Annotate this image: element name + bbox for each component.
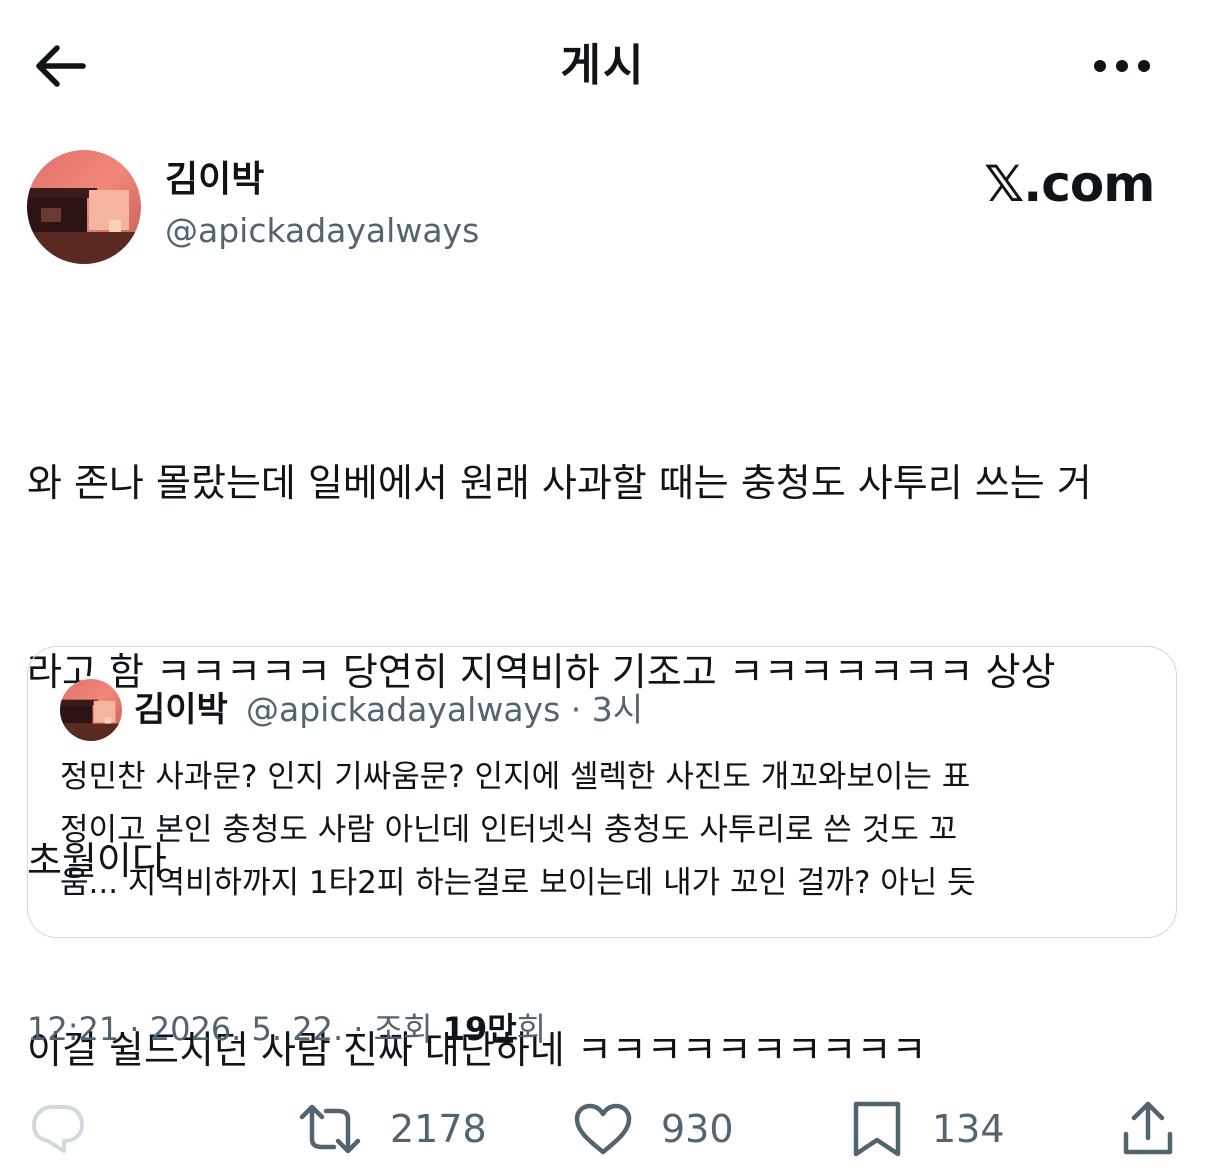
avatar[interactable] [27, 150, 141, 264]
heart-icon [573, 1102, 633, 1156]
timestamp: 12:21 · 2026. 5. 22. · 조회 [27, 1010, 443, 1048]
more-options-button[interactable] [1088, 44, 1156, 88]
quoted-avatar[interactable] [60, 679, 122, 741]
quoted-handle-time: @apickadayalways · 3시 [246, 690, 644, 729]
x-com-watermark: 𝕏.com [984, 155, 1155, 213]
like-count: 930 [661, 1107, 734, 1151]
view-count[interactable]: 19만 [443, 1010, 517, 1048]
tweet-line: 와 존나 몰랐는데 일베에서 원래 사과할 때는 충청도 사투리 쓰는 거 [27, 461, 1092, 505]
share-button[interactable] [1120, 1096, 1176, 1162]
author-handle[interactable]: @apickadayalways [165, 208, 479, 254]
more-dots-icon [1092, 59, 1152, 73]
page-title: 게시 [560, 40, 646, 91]
retweet-count: 2178 [390, 1107, 487, 1151]
bookmark-button[interactable]: 134 [850, 1096, 1005, 1162]
share-icon [1120, 1100, 1176, 1158]
quoted-author-name: 김이박 [134, 690, 228, 730]
retweet-button[interactable]: 2178 [298, 1096, 487, 1162]
tweet-meta: 12:21 · 2026. 5. 22. · 조회 19만회 [27, 1006, 546, 1052]
reply-button[interactable] [30, 1096, 86, 1162]
quoted-tweet-card[interactable]: 김이박 @apickadayalways · 3시 정민찬 사과문? 인지 기싸… [27, 646, 1177, 938]
bookmark-count: 134 [932, 1107, 1005, 1151]
quoted-tweet-text: 정민찬 사과문? 인지 기싸움문? 인지에 셀렉한 사진도 개꼬와보이는 표 정… [60, 751, 1150, 910]
retweet-icon [298, 1103, 362, 1155]
bookmark-icon [850, 1100, 904, 1158]
reply-icon [30, 1103, 86, 1155]
quoted-line: 정이고 본인 충청도 사람 아닌데 인터넷식 충청도 사투리로 쓴 것도 꼬 [60, 812, 958, 848]
author-name[interactable]: 김이박 [165, 156, 264, 204]
like-button[interactable]: 930 [573, 1096, 734, 1162]
quoted-line: 정민찬 사과문? 인지 기싸움문? 인지에 셀렉한 사진도 개꼬와보이는 표 [60, 759, 971, 795]
view-suffix: 회 [516, 1010, 547, 1048]
quoted-line: 움... 지역비하까지 1타2피 하는걸로 보이는데 내가 꼬인 걸까? 아닌 … [60, 865, 976, 901]
